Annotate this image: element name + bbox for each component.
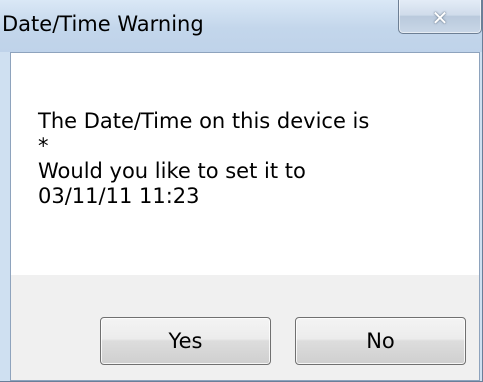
- message-line: The Date/Time on this device is: [38, 109, 370, 133]
- message-line: 03/11/11 11:23: [38, 184, 200, 208]
- close-button[interactable]: ✕: [398, 0, 482, 34]
- title-bar[interactable]: Date/Time Warning ✕: [0, 0, 482, 52]
- close-icon: ✕: [431, 5, 449, 30]
- message-line: Would you like to set it to: [38, 159, 306, 183]
- window-title: Date/Time Warning: [2, 12, 204, 36]
- message-line: *: [38, 134, 49, 158]
- message-text: The Date/Time on this device is * Would …: [38, 109, 369, 209]
- no-button[interactable]: No: [295, 317, 466, 365]
- dialog-content: The Date/Time on this device is * Would …: [10, 52, 480, 381]
- button-bar: Yes No: [11, 275, 479, 380]
- dialog-window: Date/Time Warning ✕ The Date/Time on thi…: [0, 0, 483, 382]
- yes-button[interactable]: Yes: [100, 317, 271, 365]
